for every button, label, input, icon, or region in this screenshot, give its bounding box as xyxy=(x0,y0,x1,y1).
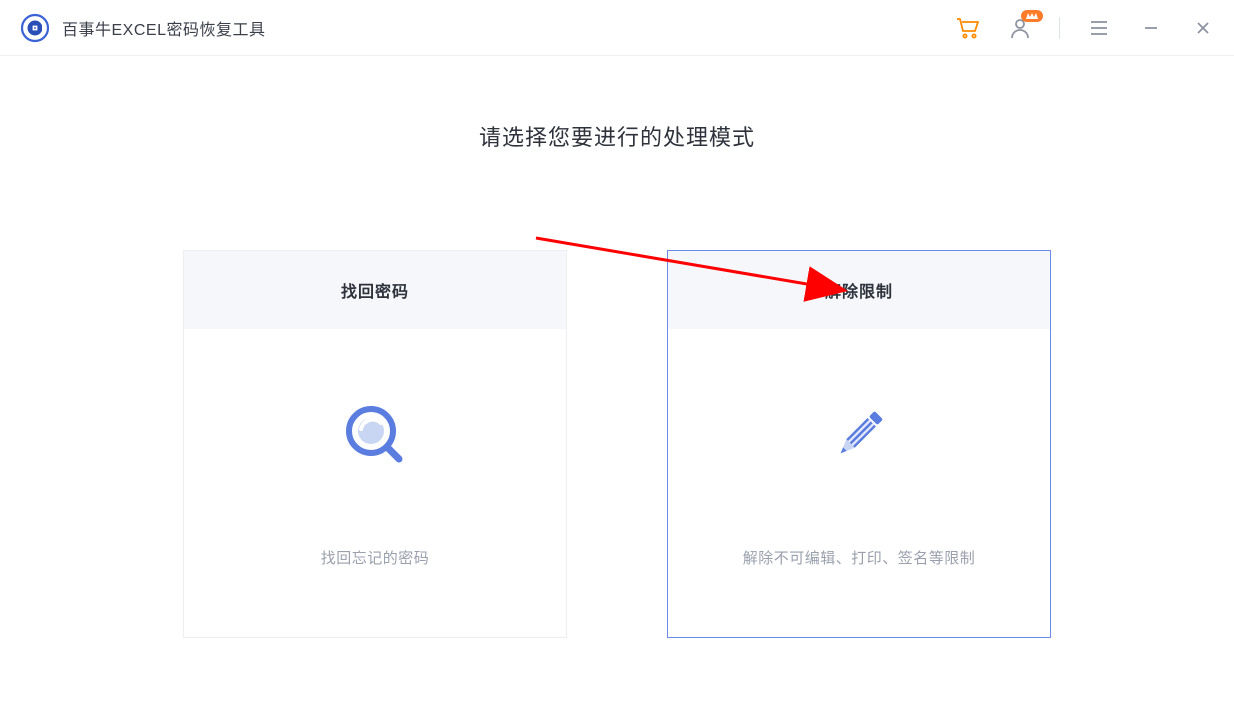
card-title: 找回密码 xyxy=(184,251,566,329)
card-remove-restriction[interactable]: 解除限制 解除不可编辑、打印、签名等限制 xyxy=(667,250,1051,638)
minimize-icon xyxy=(1143,20,1159,36)
card-title: 解除限制 xyxy=(668,251,1050,329)
card-icon-area xyxy=(823,329,895,541)
divider xyxy=(1059,17,1060,39)
page-title: 请选择您要进行的处理模式 xyxy=(0,120,1234,152)
card-desc: 解除不可编辑、打印、签名等限制 xyxy=(743,541,976,637)
titlebar-left: 百事牛EXCEL密码恢复工具 xyxy=(20,13,265,43)
titlebar-right xyxy=(955,15,1216,41)
hamburger-icon xyxy=(1089,20,1109,36)
cart-icon xyxy=(955,16,981,40)
app-logo-icon xyxy=(20,13,50,43)
vip-badge xyxy=(1021,10,1043,22)
close-button[interactable] xyxy=(1190,15,1216,41)
minimize-button[interactable] xyxy=(1138,15,1164,41)
close-icon xyxy=(1195,20,1211,36)
mode-cards: 找回密码 找回忘记的密码 解除限制 xyxy=(0,250,1234,638)
titlebar: 百事牛EXCEL密码恢复工具 xyxy=(0,0,1234,56)
card-desc: 找回忘记的密码 xyxy=(321,541,430,637)
card-icon-area xyxy=(339,329,411,541)
card-recover-password[interactable]: 找回密码 找回忘记的密码 xyxy=(183,250,567,638)
menu-button[interactable] xyxy=(1086,15,1112,41)
account-button[interactable] xyxy=(1007,15,1033,41)
search-lens-icon xyxy=(339,399,411,471)
edit-pencil-icon xyxy=(823,399,895,471)
app-logo xyxy=(20,13,50,43)
app-title: 百事牛EXCEL密码恢复工具 xyxy=(62,16,265,40)
cart-button[interactable] xyxy=(955,15,981,41)
